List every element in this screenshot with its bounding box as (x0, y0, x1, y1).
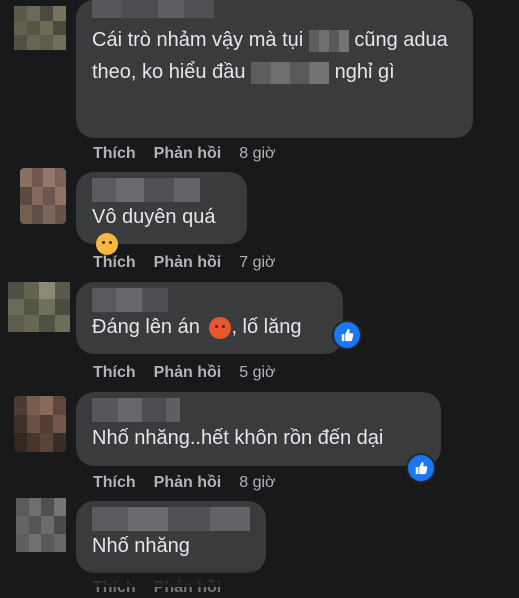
scroll-fade (0, 568, 519, 587)
avatar[interactable] (14, 396, 66, 452)
like-action[interactable]: Thích (93, 474, 136, 492)
reply-action[interactable]: Phản hồi (154, 254, 222, 272)
author-name-redacted[interactable] (92, 507, 250, 531)
avatar[interactable] (16, 498, 66, 552)
reply-action[interactable]: Phản hồi (154, 474, 222, 492)
sad-tear-emoji (96, 232, 118, 255)
comment-text: Nhố nhăng..hết khôn rồn đến dại (92, 427, 384, 449)
timestamp[interactable]: 8 giờ (239, 145, 275, 163)
like-action[interactable]: Thích (93, 145, 136, 163)
comment-text: Đáng lên án , lố lăng (92, 316, 302, 339)
comment-actions: Thích Phản hồi 8 giờ (93, 473, 276, 493)
like-reaction-badge[interactable] (406, 453, 436, 483)
comment-text: Vô duyên quá (92, 204, 231, 256)
comment-bubble: Đáng lên án , lố lăng (76, 282, 343, 354)
avatar[interactable] (8, 282, 70, 332)
avatar[interactable] (20, 168, 66, 224)
comment-bubble: Cái trò nhảm vậy mà tụi cũng adua theo, … (76, 0, 473, 138)
redacted-word (251, 61, 330, 84)
reply-action[interactable]: Phản hồi (154, 364, 222, 382)
redacted-word (308, 29, 349, 52)
author-name-redacted[interactable] (92, 288, 327, 312)
comment-actions: Thích Phản hồi 7 giờ (93, 253, 276, 273)
timestamp[interactable]: 7 giờ (239, 254, 275, 272)
thumbs-up-icon (415, 461, 428, 475)
avatar[interactable] (14, 6, 66, 50)
comment-bubble: Nhố nhăng..hết khôn rồn đến dại (76, 392, 441, 466)
thumbs-up-icon (341, 328, 354, 342)
like-action[interactable]: Thích (93, 254, 136, 272)
author-name[interactable] (92, 178, 231, 202)
comment-bubble: Nhố nhăng (76, 501, 266, 573)
like-reaction-badge[interactable] (332, 320, 362, 350)
comment-text: Cái trò nhảm vậy mà tụi cũng adua theo, … (92, 29, 448, 84)
timestamp[interactable]: 8 giờ (239, 474, 275, 492)
comment-bubble: Vô duyên quá (76, 172, 247, 255)
author-name-redacted[interactable] (92, 0, 457, 22)
like-action[interactable]: Thích (93, 364, 136, 382)
angry-emoji (209, 316, 232, 339)
comment-actions: Thích Phản hồi 5 giờ (93, 363, 276, 383)
comment-actions: Thích Phản hồi 8 giờ (93, 144, 276, 164)
reply-action[interactable]: Phản hồi (154, 145, 222, 163)
author-name-redacted[interactable] (92, 398, 425, 422)
comment-text: Nhố nhăng (92, 535, 190, 557)
timestamp[interactable]: 5 giờ (239, 364, 275, 382)
